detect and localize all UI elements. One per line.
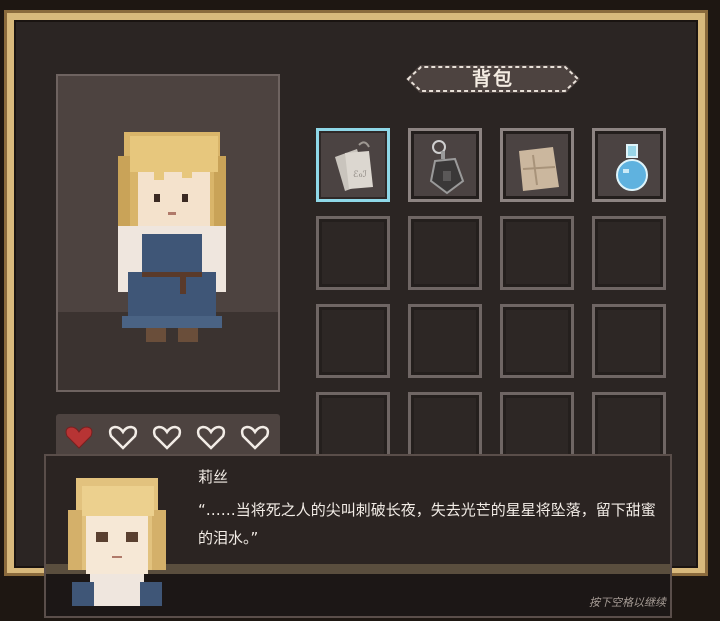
inventory-slot-6[interactable]: [408, 216, 482, 290]
blue-potion-icon: [616, 144, 648, 191]
inventory-slot-7[interactable]: [500, 216, 574, 290]
inventory-slot-12[interactable]: [592, 304, 666, 378]
heart-empty-icon: [196, 425, 226, 450]
inventory-slot-2[interactable]: [408, 128, 482, 202]
continue-hint: 按下空格以继续: [589, 596, 666, 609]
inventory-slot-11[interactable]: [500, 304, 574, 378]
inventory-slot-8[interactable]: [592, 216, 666, 290]
inventory-title-badge: 背包: [406, 62, 580, 96]
inventory-slot-5[interactable]: [316, 216, 390, 290]
lantern-icon: [429, 140, 465, 195]
character-sprite: [118, 132, 226, 342]
health-hearts-bar: [56, 414, 280, 458]
inventory-slot-3[interactable]: [500, 128, 574, 202]
heart-empty-icon: [108, 425, 138, 450]
inventory-title: 背包: [471, 68, 514, 90]
inventory-slot-1[interactable]: ℰℴℐ: [316, 128, 390, 202]
speaker-name: 莉丝: [198, 468, 229, 486]
speaker-portrait: [68, 478, 166, 606]
heart-filled-icon: [65, 426, 93, 449]
svg-text:ℰℴℐ: ℰℴℐ: [353, 170, 367, 180]
inventory-slot-10[interactable]: [408, 304, 482, 378]
paper-note-icon: ℰℴℐ: [335, 141, 373, 191]
heart-empty-icon: [152, 425, 182, 450]
inventory-slot-9[interactable]: [316, 304, 390, 378]
heart-empty-icon: [240, 425, 270, 450]
dialog-text: “……当将死之人的尖叫刺破长夜，失去光芒的星星将坠落，留下甜蜜的泪水。”: [198, 501, 656, 547]
character-portrait-box: [56, 74, 280, 392]
inventory-slot-4[interactable]: [592, 128, 666, 202]
cloth-scrap-icon: [519, 147, 559, 191]
